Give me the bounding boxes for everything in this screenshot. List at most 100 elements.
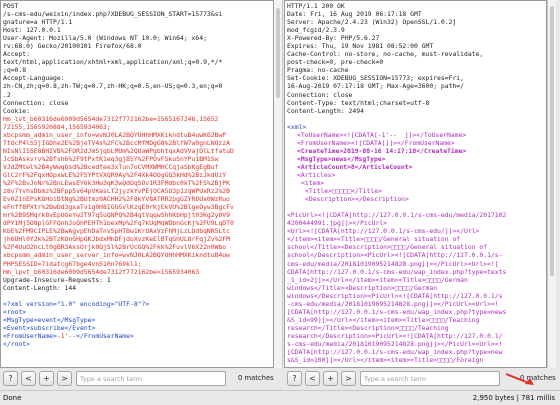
response-body-line: -cms-edu/media/20181019095214828.png]]><… bbox=[287, 299, 499, 308]
request-line: POST bbox=[3, 2, 19, 10]
xml-item-title: <Title>□□□□□</Title> bbox=[305, 187, 382, 196]
request-line: Upgrade-Insecure-Requests: 1 bbox=[3, 275, 111, 284]
cookie-line: NIsNlIS5E8BHIVB%2FOR2dJmSjqbLMUm%2QUaWPg… bbox=[3, 146, 234, 155]
annotation-arrow-icon bbox=[505, 373, 534, 385]
response-header-line: Connection: close bbox=[287, 90, 353, 99]
status-text: Done bbox=[3, 394, 22, 402]
response-body-line: research</Description><PicUrl><![CDATA[h… bbox=[287, 331, 503, 340]
xml-root-close: </root> bbox=[3, 339, 30, 348]
response-body-line: 4200444991.jpg]]></PicUrl> bbox=[287, 219, 388, 228]
cookie-line: KbE%2FM9CIPLE%2BwAgvpEhDaTnv5pHTBw1KrOAx… bbox=[3, 227, 231, 236]
xml-from-open: <FromUserName> bbox=[3, 331, 57, 340]
response-body-line: cms-edu/media/20181019095214828.png]]></… bbox=[287, 259, 499, 268]
cookie-line: GlC2rF%2FqxHOpxwLE%2FSYPtVXQR9Ay%2F4Xk4O… bbox=[3, 170, 227, 179]
response-header-line: HTTP/1.1 200 OK bbox=[287, 2, 345, 10]
response-text: HTTP/1.1 200 OK Date: Fri, 16 Aug 2019 06… bbox=[287, 2, 544, 364]
response-body-line: s&S_id=100]]></Url></item><item><Title>□… bbox=[287, 356, 484, 365]
xml-articles: <Articles> bbox=[297, 170, 336, 179]
cookie-line: 72155,1565920884,1565934063; bbox=[3, 122, 111, 131]
response-body-line: </item><item><Title>□□□□/General situati… bbox=[287, 235, 461, 244]
response-header-line: Set-Cookie: XDEBUG_SESSION=15773; expire… bbox=[287, 74, 464, 83]
request-line: .2 bbox=[3, 90, 11, 99]
response-header-line: Content-Type: text/html;charset=utf-8 bbox=[287, 98, 430, 107]
xml-createtime: <CreateTime>2019-08-16 14:17:18</CreateT… bbox=[297, 146, 467, 155]
xml-articlecount: <ArticleCount>8</ArticleCount> bbox=[297, 162, 413, 171]
help-button[interactable]: ? bbox=[287, 371, 302, 386]
request-line: Host: 127.0.0.1 bbox=[3, 26, 61, 35]
response-body-line: windows</Title><Description>□□□□/German bbox=[287, 283, 438, 292]
request-search-bar: ? < + > 0 matches bbox=[0, 370, 283, 388]
response-body-line: [CDATA[http://127.0.0.1/s-cms-edu/wap_in… bbox=[287, 307, 507, 316]
cookie-line: %2F4UuO2hcLt0gBR3AxsOrjk0QjSl%2BrUcGQ%2F… bbox=[3, 243, 227, 252]
request-line: Cookie: bbox=[3, 106, 30, 115]
request-line: rv:68.0) Gecko/20100101 Firefox/68.0 bbox=[3, 42, 142, 51]
response-viewer[interactable]: HTTP/1.1 200 OK Date: Fri, 16 Aug 2019 06… bbox=[284, 0, 547, 368]
add-button[interactable]: + bbox=[323, 371, 338, 386]
response-body-line: school</Title><Description>□□□□/General … bbox=[287, 243, 488, 252]
response-header-line: X-Powered-By: PHP/5.6.27 bbox=[287, 34, 380, 43]
request-text: POST/s-cms-edu/weixin/index.php?XDEBUG_S… bbox=[3, 2, 271, 348]
request-line: zh-CN,zh;q=0.8,zh-TW;q=0.7,zh-HK;q=0.5,e… bbox=[3, 82, 223, 91]
request-line: Accept: bbox=[3, 50, 30, 59]
response-header-line: Server: Apache/2.4.23 (Win32) OpenSSL/1.… bbox=[287, 18, 457, 27]
xml-item-description: <Description></Description> bbox=[305, 195, 409, 204]
cookie-line: xbcpsmm_admin_user_server_info=wvNJ0LA2B… bbox=[3, 251, 231, 260]
cookie-line: %2F%2BvJoNr%2BnLEwsEY6k3Hw3qK3wQdOqSOv1R… bbox=[3, 179, 231, 188]
request-line: Connection: close bbox=[3, 98, 69, 107]
cookie-line: Ev0Z1nEPsK8HoiBtNg%2BUtmz0ACHH2%2F8kYV8A… bbox=[3, 195, 231, 204]
next-button[interactable]: > bbox=[341, 371, 356, 386]
xml-from-close: </FromUserName> bbox=[76, 331, 134, 340]
cookie-line: JcSbAskvrv%2Bfsh6%2F9tPxtK1eq3gjBSY%2FPO… bbox=[3, 154, 219, 163]
response-header-line: Content-Length: 2494 bbox=[287, 106, 364, 115]
response-body-line: CDATA[http://127.0.0.1/s-cms-edu/wap_ind… bbox=[287, 267, 507, 276]
cookie-line: z8v7YvhsDbmz%2BFpp5v64pVKasLT2jyzkYvPEjO… bbox=[3, 187, 231, 196]
request-scrollbar[interactable] bbox=[274, 0, 283, 368]
cookie-line: dPY1Mj5O8plGFFQnhJoQhPEHTh1bexMp%2Fq7kUq… bbox=[3, 219, 234, 228]
cookie-line: mr%2B9SMqrk8vEpUGeYw2T97q5uQNPQ%2B4qtVqq… bbox=[3, 211, 231, 220]
request-scroll-thumb[interactable] bbox=[276, 8, 280, 98]
response-body-line: _1_id=2]]></Url></item><item><Title>□□□□… bbox=[287, 275, 468, 284]
response-header-line: Expires: Thu, 19 Nov 1981 08:52:00 GMT bbox=[287, 42, 434, 51]
add-button[interactable]: + bbox=[39, 371, 54, 386]
response-body-line: [CDATA[http://127.0.0.1/s-cms-edu/wap_in… bbox=[287, 348, 503, 357]
request-line: text/html,application/xhtml+xml,applicat… bbox=[3, 58, 223, 67]
cookie-line: PHPSESSID=7idatcg67bge4vn510n769kl1; bbox=[3, 259, 142, 268]
response-body-line: s-cms-edu/media/20181019095214828.png]]>… bbox=[287, 339, 503, 348]
help-button[interactable]: ? bbox=[3, 371, 18, 386]
response-scroll-thumb[interactable] bbox=[550, 6, 554, 276]
response-body-line: school</Description><PicUrl><![CDATA[htt… bbox=[287, 251, 503, 260]
response-body-line: windows</Description><PicUrl><![CDATA[ht… bbox=[287, 291, 503, 300]
request-editor[interactable]: POST/s-cms-edu/weixin/index.php?XDEBUG_S… bbox=[0, 0, 274, 368]
xml-tousername: <ToUserName><![CDATA[-1'-- ]]></ToUserNa… bbox=[297, 130, 467, 139]
xml-root-open: <root> bbox=[3, 307, 27, 316]
cookie-line: TtOcP4lS5jIGDhe2E%2BjeTV4s%2FC%2BccMfMDg… bbox=[3, 138, 231, 147]
response-header-line: Pragma: no-cache bbox=[287, 66, 349, 75]
cookie-line: Hm_lvt_b60316de6009d5654de7312f772162be=… bbox=[3, 114, 219, 123]
xml-event: <Event>subscribe</Event> bbox=[3, 323, 96, 332]
request-line: gnature=a HTTP/1.1 bbox=[3, 18, 73, 27]
xml-item: <item> bbox=[301, 179, 325, 188]
response-body-line: <PicUrl><![CDATA[http://127.0.0.1/s-cms-… bbox=[287, 211, 507, 220]
xml-msgtype: <MsgType>event</MsgType> bbox=[3, 315, 96, 324]
response-header-line: 16-Aug-2019 07:17:18 GMT; Max-Age=3600; … bbox=[287, 82, 464, 91]
previous-button[interactable]: < bbox=[21, 371, 36, 386]
match-count: 0 matches bbox=[238, 374, 274, 382]
search-input[interactable] bbox=[76, 371, 226, 386]
status-bar: Done 2,950 bytes | 781 millis bbox=[0, 390, 560, 405]
response-body-line: <Url><![CDATA[http://127.0.0.1/s-cms-edu… bbox=[287, 227, 480, 236]
xml-declaration: <?xml version="1.0" encoding="UTF-8"?> bbox=[3, 299, 150, 308]
search-input[interactable] bbox=[360, 371, 500, 386]
previous-button[interactable]: < bbox=[305, 371, 320, 386]
response-header-line: Cache-Control: no-store, no-cache, must-… bbox=[287, 50, 484, 59]
next-button[interactable]: > bbox=[57, 371, 72, 386]
cookie-line: jh6UHl0Y2k%2BTzKOnGHpGKJbdxMhDFjdoXvzKeE… bbox=[3, 235, 231, 244]
cookie-line: VJdZMtwl%2B4yWwqQsd%2Bcedfee3xTun7oCVMXW… bbox=[3, 162, 219, 171]
xml-fromusername: <FromUserName><![CDATA[]]></FromUserName… bbox=[297, 138, 455, 147]
request-line: /s-cms-edu/weixin/index.php?XDEBUG_SESSI… bbox=[3, 10, 223, 19]
response-scrollbar[interactable] bbox=[547, 0, 556, 368]
cookie-line: xbcpsmm_admin_user_info=wvNJ0LA2BQYUHhHM… bbox=[3, 130, 227, 139]
response-body-line: &S_id=99]]></Url></item><item><Title>□□□… bbox=[287, 315, 480, 324]
response-header-line: post-check=0, pre-check=0 bbox=[287, 58, 384, 67]
request-line: Accept-Language: bbox=[3, 74, 65, 83]
injection-payload: -1'-- bbox=[56, 331, 77, 340]
